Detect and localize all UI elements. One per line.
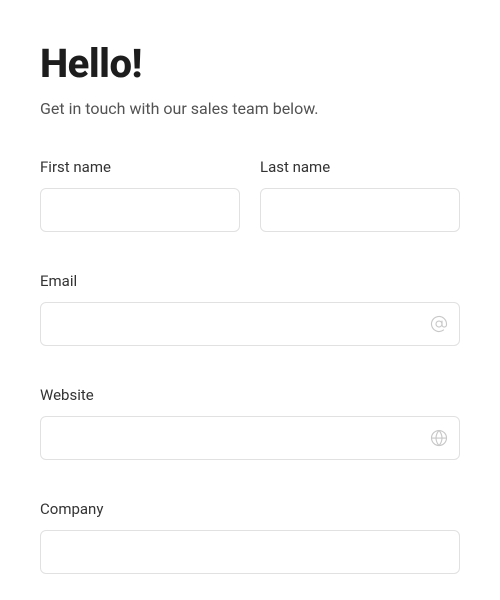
first-name-label: First name: [40, 158, 240, 176]
website-input-wrap: [40, 416, 460, 460]
last-name-input-wrap: [260, 188, 460, 232]
company-field-group: Company: [40, 500, 460, 574]
last-name-label: Last name: [260, 158, 460, 176]
website-field-group: Website: [40, 386, 460, 460]
website-field[interactable]: [40, 416, 460, 460]
name-row: First name Last name: [40, 158, 460, 232]
last-name-field[interactable]: [260, 188, 460, 232]
email-label: Email: [40, 272, 460, 290]
contact-form: First name Last name Email Website: [40, 158, 460, 574]
first-name-field-group: First name: [40, 158, 240, 232]
first-name-field[interactable]: [40, 188, 240, 232]
globe-icon: [430, 429, 448, 447]
company-field[interactable]: [40, 530, 460, 574]
company-input-wrap: [40, 530, 460, 574]
last-name-field-group: Last name: [260, 158, 460, 232]
email-field-group: Email: [40, 272, 460, 346]
company-label: Company: [40, 500, 460, 518]
first-name-input-wrap: [40, 188, 240, 232]
email-field[interactable]: [40, 302, 460, 346]
website-label: Website: [40, 386, 460, 404]
email-input-wrap: [40, 302, 460, 346]
page-title: Hello!: [40, 40, 460, 87]
page-subtitle: Get in touch with our sales team below.: [40, 99, 460, 118]
at-icon: [430, 315, 448, 333]
